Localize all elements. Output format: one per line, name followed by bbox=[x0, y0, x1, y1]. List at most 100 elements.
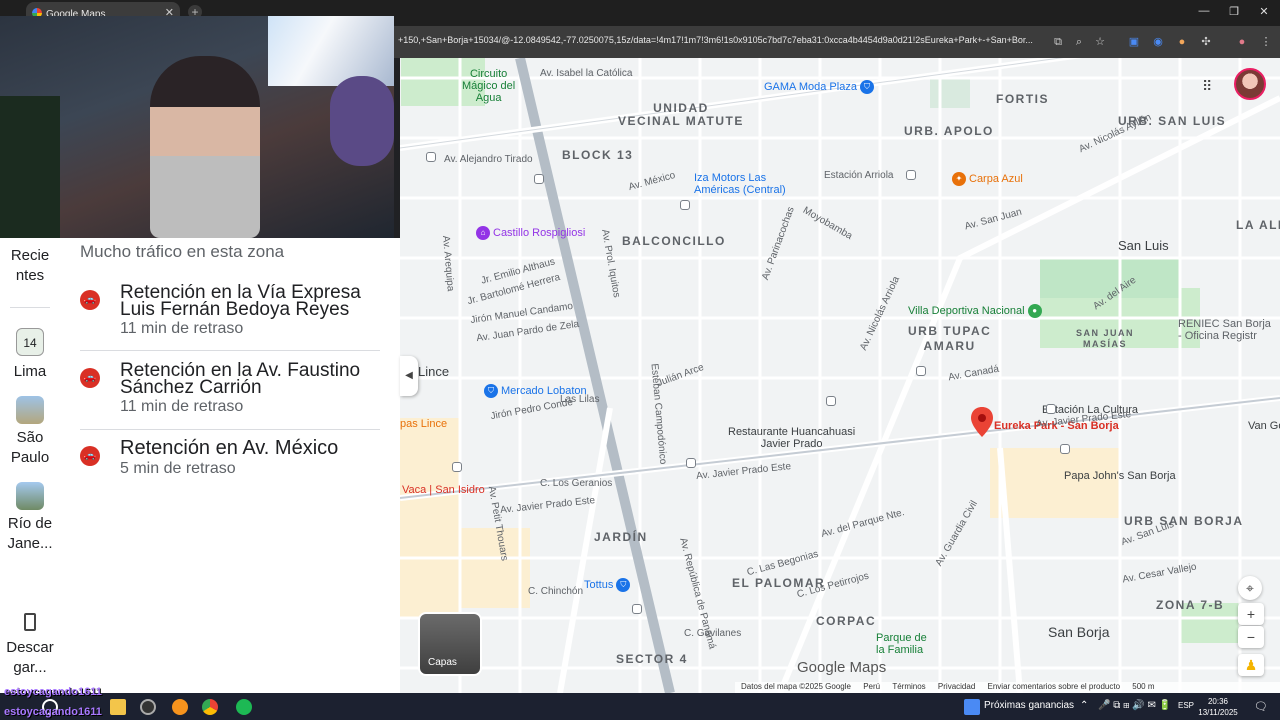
monitor-screen bbox=[268, 16, 394, 86]
google-maps-logo: Google Maps bbox=[797, 659, 887, 676]
traffic-item[interactable]: 🚗 Retención en la Av. Faustino Sánchez C… bbox=[80, 361, 380, 418]
rail-item-lima[interactable]: Lima bbox=[0, 362, 60, 382]
widget-text[interactable]: Próximas ganancias bbox=[984, 700, 1074, 711]
district-label: URB SAN BORJA bbox=[1124, 514, 1244, 528]
extension-icon[interactable]: ● bbox=[1174, 34, 1190, 50]
poi-label[interactable]: Villa Deportiva Nacional ● bbox=[908, 304, 1045, 318]
account-avatar[interactable] bbox=[1234, 68, 1266, 100]
transit-stop-icon[interactable] bbox=[686, 458, 696, 468]
stream-overlay-username: estoycagando1611 bbox=[4, 706, 102, 718]
attribution-country[interactable]: Perú bbox=[863, 682, 880, 691]
district-label: JARDÍN bbox=[594, 530, 648, 544]
bookmark-star-icon[interactable]: ☆ bbox=[1092, 34, 1108, 50]
restore-icon[interactable]: ❐ bbox=[1224, 5, 1244, 18]
transit-stop-icon[interactable] bbox=[632, 604, 642, 614]
zoom-icon[interactable]: ⌕ bbox=[1071, 34, 1087, 50]
poi-label[interactable]: Vaca | San Isidro bbox=[402, 484, 485, 496]
city-label: San Luis bbox=[1118, 238, 1169, 253]
my-location-icon[interactable]: ⌖ bbox=[1238, 576, 1262, 600]
panel-title: Mucho tráfico en esta zona bbox=[80, 242, 285, 261]
google-apps-icon[interactable]: ⠿ bbox=[1202, 78, 1218, 94]
car-traffic-icon: 🚗 bbox=[80, 446, 100, 466]
spotify-icon[interactable] bbox=[236, 699, 252, 715]
lima-thumbnail[interactable]: 14 bbox=[16, 328, 44, 356]
stream-overlay-username: estoycagando1611 bbox=[4, 686, 102, 698]
map-canvas[interactable]: UNIDAD VECINAL MATUTE BLOCK 13 FORTIS URB… bbox=[400, 58, 1280, 693]
sao-paulo-thumbnail[interactable] bbox=[16, 396, 44, 424]
rail-item-rio[interactable]: Río de Jane... bbox=[0, 514, 60, 554]
transit-stop-icon[interactable] bbox=[1046, 404, 1056, 414]
poi-label[interactable]: Circuito Mágico del Agua bbox=[462, 68, 515, 104]
poi-label[interactable]: Tottus ⛉ bbox=[584, 578, 633, 592]
transit-stop-icon[interactable] bbox=[1060, 444, 1070, 454]
transit-stop-icon[interactable] bbox=[426, 152, 436, 162]
install-app-icon[interactable]: ⧉ bbox=[1050, 34, 1066, 50]
widget-icon[interactable] bbox=[964, 699, 980, 715]
minimize-icon[interactable]: — bbox=[1194, 5, 1214, 17]
translate-icon[interactable]: ▣ bbox=[1126, 34, 1142, 50]
transit-stop-icon[interactable] bbox=[916, 366, 926, 376]
poi-label[interactable]: ✦ Carpa Azul bbox=[952, 172, 1023, 186]
rio-thumbnail[interactable] bbox=[16, 482, 44, 510]
street-label: C. Gavilanes bbox=[684, 628, 742, 639]
collapse-panel-button[interactable]: ◀ bbox=[400, 356, 418, 396]
rail-item-sao-paulo[interactable]: São Paulo bbox=[0, 428, 60, 468]
extensions-puzzle-icon[interactable]: ✣ bbox=[1198, 34, 1214, 50]
poi-label[interactable]: Iza Motors Las Américas (Central) bbox=[694, 172, 786, 196]
extension-icon[interactable]: ◉ bbox=[1150, 34, 1166, 50]
traffic-item[interactable]: 🚗 Retención en la Vía Expresa Luis Ferná… bbox=[80, 283, 380, 340]
poi-label[interactable]: pas Lince bbox=[400, 418, 447, 430]
attribution-feedback[interactable]: Enviar comentarios sobre el producto bbox=[988, 682, 1121, 691]
attribution-data[interactable]: Datos del mapa ©2025 Google bbox=[741, 682, 851, 691]
poi-label[interactable]: Parque de la Familia bbox=[876, 632, 927, 656]
transit-stop-icon[interactable] bbox=[906, 170, 916, 180]
transit-stop-icon[interactable] bbox=[826, 396, 836, 406]
download-app-button[interactable]: Descar gar... bbox=[0, 638, 60, 678]
notification-icon[interactable]: 🗨 bbox=[1254, 700, 1268, 713]
transit-stop-icon[interactable] bbox=[534, 174, 544, 184]
transit-stop-icon[interactable] bbox=[452, 462, 462, 472]
recent-button[interactable]: Recie ntes bbox=[0, 246, 60, 286]
traffic-item-delay: 11 min de retraso bbox=[120, 320, 244, 337]
profile-icon[interactable]: ● bbox=[1234, 34, 1250, 50]
menu-kebab-icon[interactable]: ⋮ bbox=[1258, 34, 1274, 50]
location-marker-icon[interactable] bbox=[971, 407, 993, 437]
street-label: Av. Isabel la Católica bbox=[540, 68, 633, 79]
poi-label[interactable]: GAMA Moda Plaza ⛉ bbox=[764, 80, 877, 94]
poi-label[interactable]: RENIEC San Borja - Oficina Registr bbox=[1178, 318, 1271, 342]
tray-icons[interactable]: 🎤 ⧉ ⊞ 🔊 ✉ 🔋 bbox=[1098, 700, 1171, 711]
scale-label[interactable]: 500 m bbox=[1132, 682, 1154, 691]
address-bar[interactable]: +150,+San+Borja+15034/@-12.0849542,-77.0… bbox=[398, 35, 1048, 51]
poi-label[interactable]: Papa John's San Borja bbox=[1064, 470, 1176, 482]
district-label: LA ALMU bbox=[1236, 218, 1280, 232]
car-traffic-icon: 🚗 bbox=[80, 368, 100, 388]
language-indicator[interactable]: ESP bbox=[1178, 701, 1194, 710]
zoom-in-button[interactable]: + bbox=[1238, 603, 1264, 625]
pegman-icon[interactable]: ♟ bbox=[1238, 654, 1264, 676]
file-explorer-icon[interactable] bbox=[110, 699, 126, 715]
poi-label[interactable]: Van Gogh bbox=[1248, 420, 1280, 432]
market-icon: ⛉ bbox=[484, 384, 498, 398]
phone-download-icon[interactable] bbox=[24, 613, 36, 631]
layers-button[interactable]: Capas bbox=[418, 612, 482, 676]
city-label: San Borja bbox=[1048, 624, 1110, 640]
attribution-privacy[interactable]: Privacidad bbox=[938, 682, 975, 691]
poi-label[interactable]: Restaurante Huancahuasi Javier Prado bbox=[728, 426, 855, 450]
attribution-terms[interactable]: Términos bbox=[892, 682, 925, 691]
chrome-icon[interactable] bbox=[202, 699, 218, 715]
zoom-out-button[interactable]: − bbox=[1238, 626, 1264, 648]
tray-chevron-icon[interactable]: ⌃ bbox=[1080, 700, 1088, 711]
transit-stop-icon[interactable] bbox=[680, 200, 690, 210]
street-label: Av. Alejandro Tirado bbox=[444, 154, 533, 165]
divider bbox=[80, 350, 380, 351]
overwatch-icon[interactable] bbox=[172, 699, 188, 715]
traffic-item[interactable]: 🚗 Retención en Av. México 5 min de retra… bbox=[80, 438, 380, 486]
webcam-overlay bbox=[0, 16, 394, 238]
clock[interactable]: 20:36 13/11/2025 bbox=[1196, 696, 1240, 718]
plush-toy bbox=[330, 76, 394, 166]
close-window-icon[interactable]: ✕ bbox=[1254, 5, 1274, 18]
app-icon[interactable] bbox=[140, 699, 156, 715]
poi-label[interactable]: ⌂ Castillo Rospigliosi bbox=[476, 226, 585, 240]
streamer bbox=[150, 56, 260, 238]
traffic-item-delay: 11 min de retraso bbox=[120, 398, 244, 415]
